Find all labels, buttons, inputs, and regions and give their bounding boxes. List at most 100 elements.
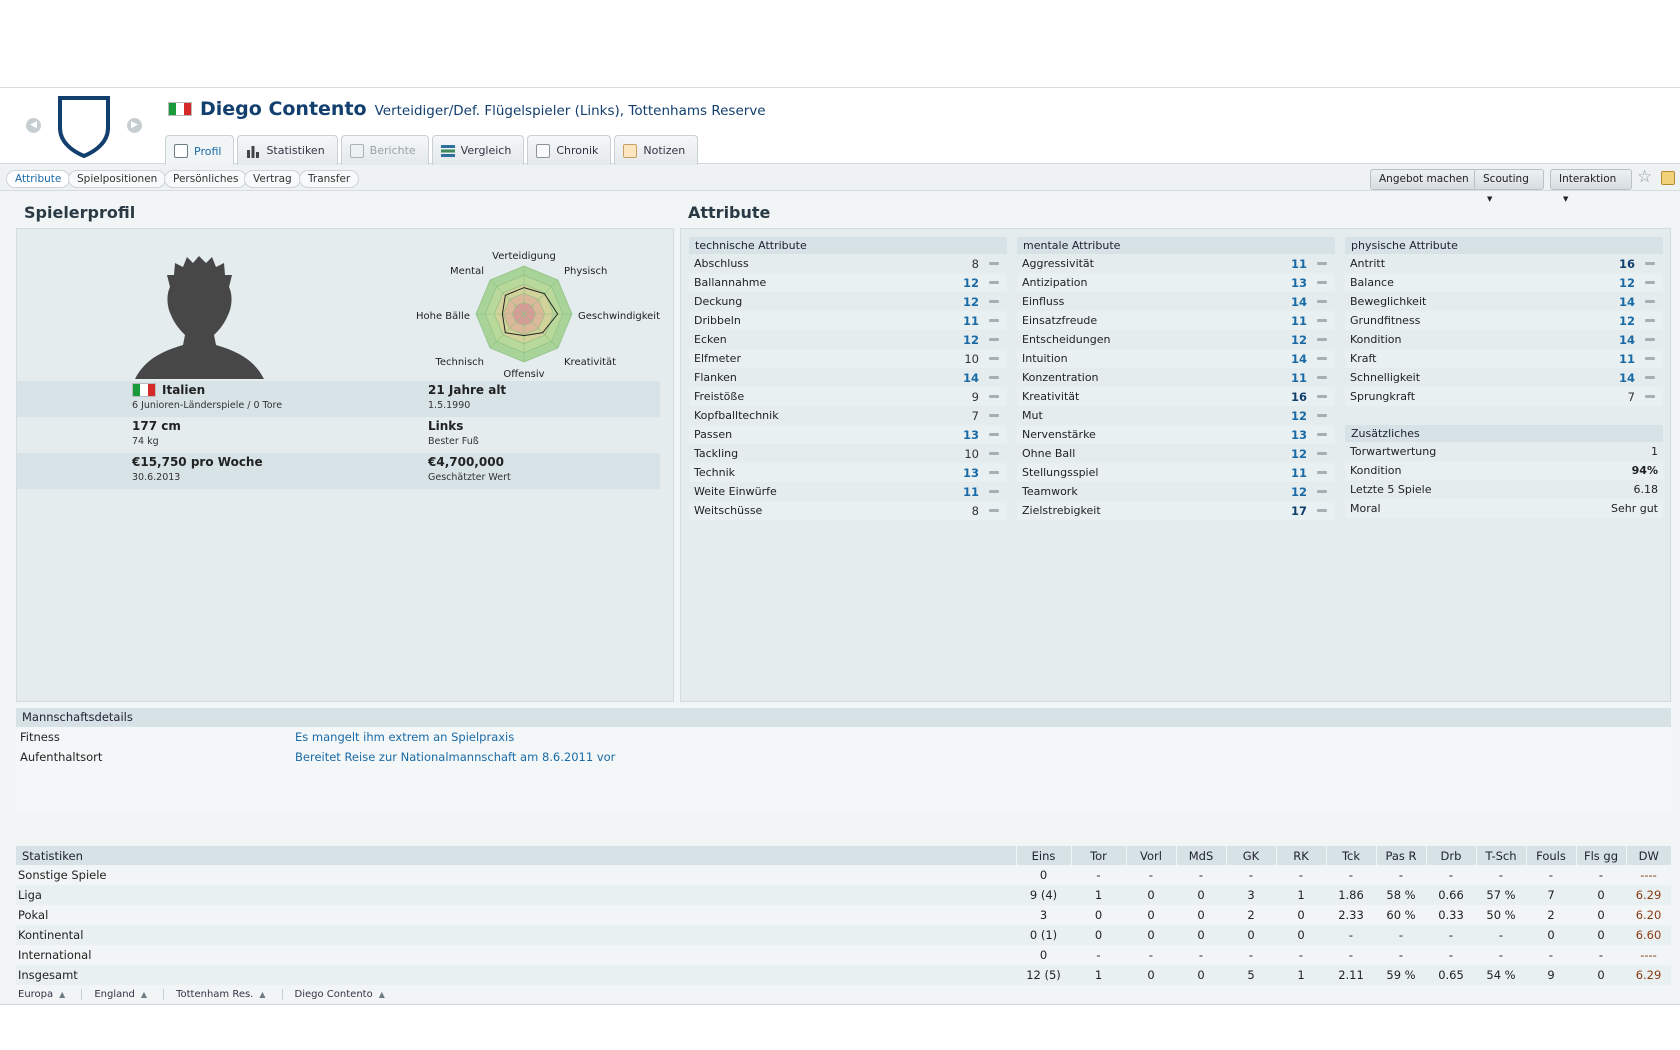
attribute-row[interactable]: Weitschüsse 8 [689,501,1007,520]
attribute-row[interactable]: Nervenstärke 13 [1017,425,1335,444]
statistics-column-header[interactable]: Pas R [1375,846,1426,865]
attribute-row[interactable]: Passen 13 [689,425,1007,444]
statistics-cell: - [1198,868,1204,882]
back-arrow-icon[interactable]: ◀ [26,118,41,133]
attribute-name: Antizipation [1022,276,1088,289]
statistics-column-header[interactable]: DW [1625,846,1671,865]
attribute-row[interactable]: Kopfballtechnik 7 [689,406,1007,425]
attribute-row[interactable]: Ballannahme 12 [689,273,1007,292]
attribute-row[interactable]: Sprungkraft 7 [1345,387,1663,406]
tab-reports[interactable]: Berichte [340,135,429,165]
details-value[interactable]: Bereitet Reise zur Nationalmannschaft am… [295,750,615,764]
statistics-row: Liga 9 (4) 1 0 0 3 1 1.86 58 % 0.66 57 % 7 0 6.29 [16,885,1671,905]
statistics-column-header[interactable]: RK [1275,846,1326,865]
attribute-value: 13 [962,465,979,480]
attribute-row[interactable]: Einfluss 14 [1017,292,1335,311]
statistics-column-header[interactable]: T-Sch [1475,846,1526,865]
statistics-row: Insgesamt 12 (5) 1 0 0 5 1 2.11 59 % 0.65 54 % 9 0 6.… [16,965,1671,985]
subtab-personal[interactable]: Persönliches [164,170,248,188]
tab-statistics[interactable]: Statistiken [237,135,338,165]
attribute-row[interactable]: Dribbeln 11 [689,311,1007,330]
attribute-row[interactable]: Freistöße 9 [689,387,1007,406]
nationality[interactable]: Italien [162,383,205,397]
attribute-row[interactable]: Einsatzfreude 11 [1017,311,1335,330]
statistics-row: International 0- - - - - - - - - - - ---- [16,945,1671,965]
attribute-name: Kopfballtechnik [694,409,779,422]
trend-flat-icon [1317,509,1327,512]
attribute-row[interactable]: Antritt 16 [1345,254,1663,273]
attribute-row[interactable]: Flanken 14 [689,368,1007,387]
attribute-name: Flanken [694,371,737,384]
attribute-row[interactable]: Tackling 10 [689,444,1007,463]
attribute-name: Beweglichkeit [1350,295,1427,308]
statistics-column-header[interactable]: Drb [1425,846,1476,865]
subtab-positions[interactable]: Spielpositionen [68,170,167,188]
attribute-row[interactable]: Technik 13 [689,463,1007,482]
attribute-row[interactable]: Ecken 12 [689,330,1007,349]
attribute-row[interactable]: Kraft 11 [1345,349,1663,368]
statistics-column-header[interactable]: GK [1225,846,1276,865]
statistics-cell: - [1148,948,1154,962]
attribute-row[interactable]: Deckung 12 [689,292,1007,311]
statistics-column-header[interactable]: Vorl [1125,846,1176,865]
breadcrumb-item[interactable]: Tottenham Res. ▲ [176,989,283,1000]
statistics-column-header[interactable]: MdS [1175,846,1226,865]
attribute-row[interactable]: Weite Einwürfe 11 [689,482,1007,501]
tab-label: Chronik [556,144,599,157]
attribute-row[interactable]: Abschluss 8 [689,254,1007,273]
statistics-cell: 0 [1526,925,1576,945]
player-position-club[interactable]: Verteidiger/Def. Flügelspieler (Links), … [375,103,766,119]
attribute-name: Ballannahme [694,276,767,289]
attribute-row[interactable]: Entscheidungen 12 [1017,330,1335,349]
breadcrumb-item[interactable]: Europa ▲ [18,989,83,1000]
wage-cell: €15,750 pro Woche 30.6.2013 [132,455,263,483]
attribute-row[interactable]: Kondition 14 [1345,330,1663,349]
club-crest-icon[interactable] [56,94,112,158]
tab-compare[interactable]: Vergleich [431,135,525,165]
attribute-row[interactable]: Beweglichkeit 14 [1345,292,1663,311]
statistics-column-header[interactable]: Eins [1015,846,1071,865]
attribute-row[interactable]: Balance 12 [1345,273,1663,292]
trend-flat-icon [1317,376,1327,379]
attribute-row[interactable]: Schnelligkeit 14 [1345,368,1663,387]
statistics-column-header[interactable]: Tck [1325,846,1376,865]
attribute-row[interactable]: Teamwork 12 [1017,482,1335,501]
attribute-row[interactable]: Kreativität 16 [1017,387,1335,406]
attribute-value: 11 [1618,351,1635,366]
forward-arrow-icon[interactable]: ▶ [127,118,142,133]
subtab-contract[interactable]: Vertrag [244,170,301,188]
scouting-dropdown[interactable]: Scouting ▼ [1474,169,1544,203]
trend-flat-icon [1317,490,1327,493]
statistics-column-header[interactable]: Tor [1070,846,1126,865]
subtab-transfer[interactable]: Transfer [299,170,360,188]
wage[interactable]: €15,750 pro Woche [132,455,263,469]
subtab-attributes[interactable]: Attribute [6,170,71,188]
attribute-row[interactable]: Aggressivität 11 [1017,254,1335,273]
attribute-name: Grundfitness [1350,314,1421,327]
attribute-name: Antritt [1350,257,1386,270]
details-value[interactable]: Es mangelt ihm extrem an Spielpraxis [295,730,514,744]
make-offer-button[interactable]: Angebot machen [1370,169,1478,190]
attribute-row[interactable]: Ohne Ball 12 [1017,444,1335,463]
attributes-panel: technische Attribute Abschluss 8 Ballannah… [680,228,1671,702]
tab-history[interactable]: Chronik [527,135,612,165]
attribute-row[interactable]: Zielstrebigkeit 17 [1017,501,1335,520]
interaction-dropdown[interactable]: Interaktion ▼ [1550,169,1632,203]
breadcrumb-item[interactable]: England ▲ [94,989,165,1000]
attribute-row[interactable]: Konzentration 11 [1017,368,1335,387]
tab-profile[interactable]: Profil [165,135,235,166]
statistics-cell: 2.33 [1338,908,1364,922]
statistics-column-header[interactable]: Fls gg [1575,846,1626,865]
attribute-value: 12 [1290,446,1307,461]
attribute-row[interactable]: Stellungsspiel 11 [1017,463,1335,482]
tab-notes[interactable]: Notizen [614,135,699,165]
attribute-row[interactable]: Elfmeter 10 [689,349,1007,368]
star-icon[interactable]: ☆ [1637,167,1652,187]
statistics-column-header[interactable]: Fouls [1525,846,1576,865]
shortlist-icon[interactable] [1661,171,1675,185]
attribute-row[interactable]: Antizipation 13 [1017,273,1335,292]
attribute-row[interactable]: Mut 12 [1017,406,1335,425]
breadcrumb-item[interactable]: Diego Contento ▲ [295,989,401,1000]
attribute-row[interactable]: Grundfitness 12 [1345,311,1663,330]
attribute-row[interactable]: Intuition 14 [1017,349,1335,368]
